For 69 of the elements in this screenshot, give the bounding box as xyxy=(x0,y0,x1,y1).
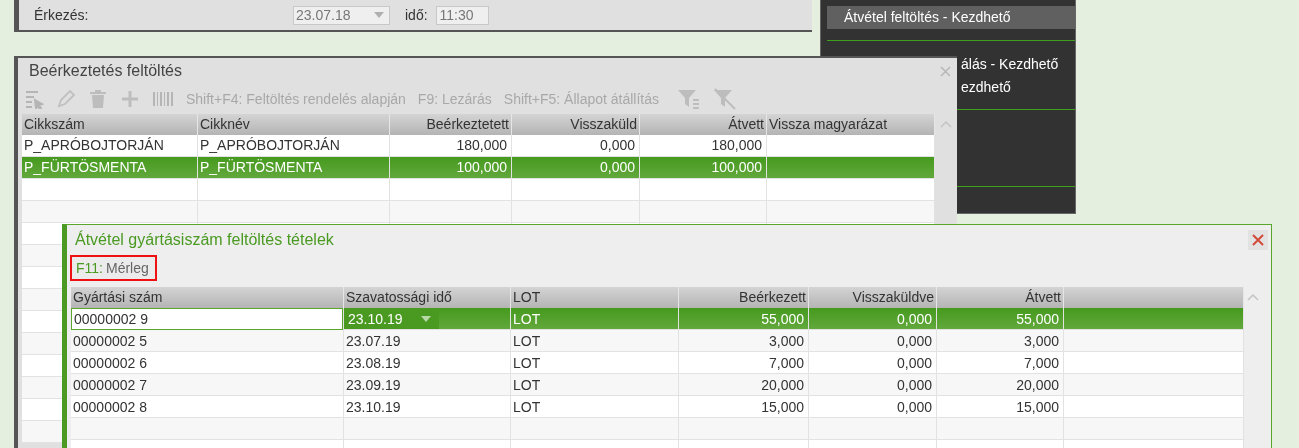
table-cell: 23.10.19 xyxy=(346,399,401,415)
table-cell: 0,000 xyxy=(599,137,635,153)
table-cell: P_APRÓBOJTORJÁN xyxy=(200,137,340,153)
table-cell: 00000002 5 xyxy=(73,333,147,349)
table-cell: 100,000 xyxy=(456,159,507,175)
table-row[interactable]: 00000002 7 23.09.19 LOT 20,000 0,000 20,000 xyxy=(71,374,1244,396)
table-cell: 7,000 xyxy=(768,355,804,371)
table-cell: 23.07.19 xyxy=(346,333,401,349)
task-item[interactable]: ezdhető xyxy=(961,76,1011,99)
table-cell: 3,000 xyxy=(1023,333,1059,349)
table-cell: 180,000 xyxy=(456,137,507,153)
clear-filter-icon[interactable] xyxy=(713,88,738,110)
table-cell: 20,000 xyxy=(1016,377,1059,393)
close-button[interactable] xyxy=(1248,230,1268,250)
table-cell: 0,000 xyxy=(896,311,932,327)
trash-icon[interactable] xyxy=(88,89,108,109)
table-cell: 00000002 6 xyxy=(73,355,147,371)
table-cell: LOT xyxy=(513,355,541,371)
pencil-icon[interactable] xyxy=(56,89,76,109)
table-cell: 23.09.19 xyxy=(346,377,401,393)
table-cell: 100,000 xyxy=(711,159,762,175)
table-cell: LOT xyxy=(513,377,541,393)
batch-number-input[interactable]: 00000002 9 xyxy=(71,308,343,330)
table-cell: 7,000 xyxy=(1023,355,1059,371)
table-cell: 180,000 xyxy=(711,137,762,153)
close-icon[interactable] xyxy=(940,65,951,77)
time-field[interactable]: 11:30 xyxy=(435,5,489,25)
table-cell: P_APRÓBOJTORJÁN xyxy=(24,137,164,153)
table-cell: LOT xyxy=(513,333,541,349)
arrival-label: Érkezés: xyxy=(34,7,90,23)
table-cell: 0,000 xyxy=(599,159,635,175)
filter-icon[interactable] xyxy=(677,88,702,110)
table-cell: 15,000 xyxy=(761,399,804,415)
table-row[interactable]: P_APRÓBOJTORJÁN P_APRÓBOJTORJÁN 180,000 0,000 180,000 xyxy=(22,135,935,157)
table-cell: LOT xyxy=(513,311,541,327)
scroll-up-icon[interactable] xyxy=(940,120,952,128)
time-label: idő: xyxy=(405,7,428,23)
task-item[interactable]: Átvétel feltöltés - Kezdhető xyxy=(827,6,1075,29)
dropdown-icon xyxy=(374,12,384,18)
table-row[interactable]: 00000002 9 23.10.19 LOT 55,000 0,000 55,000 xyxy=(71,308,1244,330)
table-cell: P_FÜRTÖSMENTA xyxy=(200,159,323,175)
table-cell: 55,000 xyxy=(761,311,804,327)
list-edit-icon[interactable] xyxy=(24,89,44,109)
table-cell: 0,000 xyxy=(896,333,932,349)
expiry-date-dropdown[interactable]: 23.10.19 xyxy=(344,308,439,329)
table-cell: 0,000 xyxy=(896,399,932,415)
window-title: Beérkeztetés feltöltés xyxy=(29,62,182,80)
table-cell: 3,000 xyxy=(768,333,804,349)
table-cell: LOT xyxy=(513,399,541,415)
dropdown-icon[interactable] xyxy=(421,315,431,322)
table-cell: 0,000 xyxy=(896,355,932,371)
table-cell: 0,000 xyxy=(896,377,932,393)
table-cell: 23.08.19 xyxy=(346,355,401,371)
window-title: Átvétel gyártásiszám feltöltés tételek xyxy=(75,231,334,249)
scroll-up-icon[interactable] xyxy=(1247,293,1259,301)
task-item[interactable]: álás - Kezdhető xyxy=(961,53,1059,76)
table-row[interactable]: 00000002 6 23.08.19 LOT 7,000 0,000 7,000 xyxy=(71,352,1244,374)
table-cell: 00000002 8 xyxy=(73,399,147,415)
table-row[interactable]: 00000002 8 23.10.19 LOT 15,000 0,000 15,000 xyxy=(71,396,1244,418)
table-cell: P_FÜRTÖSMENTA xyxy=(24,159,147,175)
barcode-icon[interactable] xyxy=(152,89,174,109)
plus-icon[interactable] xyxy=(120,89,140,109)
table-cell: 20,000 xyxy=(761,377,804,393)
table-row[interactable]: 00000002 5 23.07.19 LOT 3,000 0,000 3,000 xyxy=(71,330,1244,352)
table-cell: 55,000 xyxy=(1016,311,1059,327)
table-cell: 00000002 7 xyxy=(73,377,147,393)
scale-button[interactable]: F11: Mérleg xyxy=(70,255,157,281)
table-cell: 15,000 xyxy=(1016,399,1059,415)
date-field[interactable]: 23.07.18 xyxy=(293,5,390,25)
